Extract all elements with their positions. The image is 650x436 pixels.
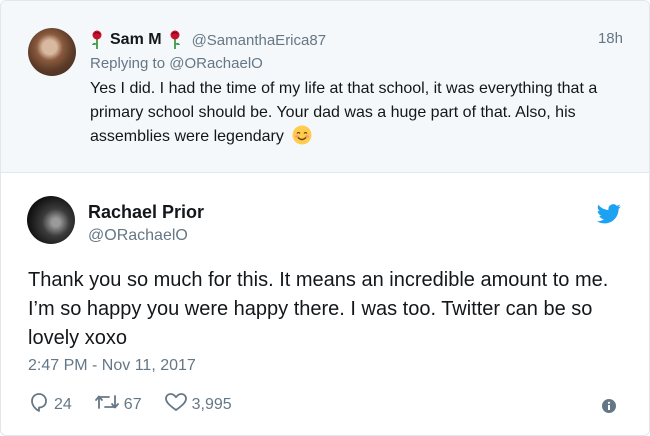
reply-count: 24	[54, 395, 72, 413]
info-icon[interactable]	[601, 398, 617, 414]
parent-tweet[interactable]: Sam M @SamanthaErica87 18h Replying to @…	[1, 1, 649, 173]
reply-icon	[28, 392, 54, 417]
tweet-text: Thank you so much for this. It means an …	[28, 269, 609, 349]
author-handle[interactable]: @ORachaelO	[88, 227, 188, 245]
tweet-actions: 24 67 3,995	[28, 392, 254, 417]
like-count: 3,995	[191, 395, 232, 413]
tweet-timestamp[interactable]: 2:47 PM - Nov 11, 2017	[28, 357, 196, 375]
replying-to-line: Replying to @ORachaelO	[90, 55, 263, 72]
parent-tweet-text: Yes I did. I had the time of my life at …	[90, 77, 630, 149]
rose-icon	[90, 30, 104, 50]
heart-icon	[164, 392, 192, 417]
twitter-bird-icon[interactable]	[597, 204, 621, 224]
retweet-count: 67	[123, 395, 142, 413]
avatar[interactable]	[28, 28, 76, 76]
reply-button[interactable]: 24	[28, 392, 72, 417]
tweet-card: Sam M @SamanthaErica87 18h Replying to @…	[0, 0, 650, 436]
parent-author-name[interactable]: Sam M	[110, 31, 162, 49]
parent-timestamp[interactable]: 18h	[598, 30, 623, 47]
author-name[interactable]: Rachael Prior	[88, 202, 204, 223]
replying-to-handle[interactable]: @ORachaelO	[169, 55, 263, 72]
smiling-face-icon	[292, 125, 312, 145]
rose-icon	[168, 30, 182, 50]
retweet-icon	[94, 392, 124, 417]
like-button[interactable]: 3,995	[164, 392, 232, 417]
replying-to-label: Replying to	[90, 55, 166, 72]
parent-tweet-body: Yes I did. I had the time of my life at …	[90, 80, 598, 145]
avatar[interactable]	[27, 196, 75, 244]
retweet-button[interactable]: 67	[94, 392, 142, 417]
parent-author-handle[interactable]: @SamanthaErica87	[192, 32, 326, 49]
parent-author-row: Sam M @SamanthaErica87	[90, 28, 326, 52]
